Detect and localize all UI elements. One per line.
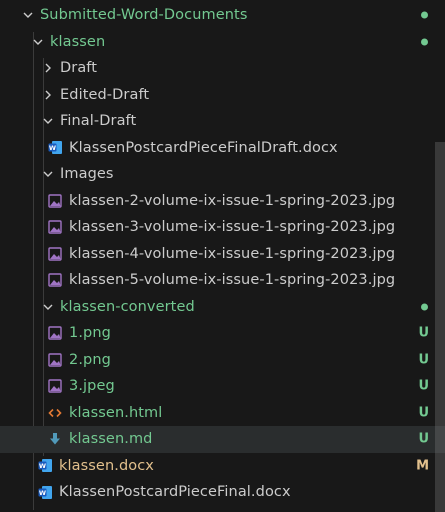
tree-item-label: klassen-converted [60,298,195,315]
git-status-badge: U [418,325,429,341]
tree-item-label: Final-Draft [60,113,137,130]
tree-item-label: Edited-Draft [60,86,150,103]
chevron-right-icon [40,60,56,76]
git-status-badge: U [418,378,429,394]
tree-item-label: Images [60,166,114,183]
git-status-badge: U [418,431,429,447]
chevron-down-icon [30,34,46,50]
git-status-dot [421,38,428,46]
tree-item-label: Submitted-Word-Documents [40,7,248,24]
svg-text:W: W [38,489,45,497]
chevron-right-icon [40,87,56,103]
image-file-icon [47,378,63,394]
chevron-down-icon [40,299,56,315]
tree-item-label: klassen-3-volume-ix-issue-1-spring-2023.… [69,219,396,236]
git-status-badge: M [416,458,429,474]
git-status-badge: U [418,405,429,421]
git-status-badge: U [418,352,429,368]
tree-item-images[interactable]: Images [0,161,445,188]
git-status-dot [421,11,428,19]
tree-item-label: klassen.md [69,431,153,448]
tree-item-label: 2.png [69,351,111,368]
tree-item-file[interactable]: klassen-5-volume-ix-issue-1-spring-2023.… [0,267,445,294]
tree-item-klassen-converted[interactable]: klassen-converted [0,294,445,321]
html-file-icon [47,405,63,421]
tree-item-submitted-word-documents[interactable]: Submitted-Word-Documents [0,2,445,29]
tree-item-file[interactable]: 3.jpeg U [0,373,445,400]
tree-item-edited-draft[interactable]: Edited-Draft [0,82,445,109]
tree-item-label: klassen-2-volume-ix-issue-1-spring-2023.… [69,192,396,209]
word-document-icon: W [37,458,53,474]
image-file-icon [47,352,63,368]
image-file-icon [47,193,63,209]
tree-item-draft[interactable]: Draft [0,55,445,82]
tree-item-label: klassen.html [69,404,163,421]
tree-item-file[interactable]: klassen-4-volume-ix-issue-1-spring-2023.… [0,241,445,268]
tree-item-file[interactable]: klassen-2-volume-ix-issue-1-spring-2023.… [0,188,445,215]
tree-item-file[interactable]: klassen-3-volume-ix-issue-1-spring-2023.… [0,214,445,241]
tree-item-label: klassen.docx [59,457,154,474]
tree-item-file[interactable]: W klassen.docx M [0,453,445,480]
tree-item-label: 1.png [69,325,111,342]
tree-item-label: Draft [60,60,98,77]
tree-item-label: KlassenPostcardPieceFinal.docx [59,484,291,501]
tree-item-file-selected[interactable]: klassen.md U [0,426,445,453]
word-document-icon: W [47,140,63,156]
tree-item-label: klassen-5-volume-ix-issue-1-spring-2023.… [69,272,396,289]
tree-item-final-draft[interactable]: Final-Draft [0,108,445,135]
tree-item-label: klassen [50,33,106,50]
image-file-icon [47,246,63,262]
tree-item-file[interactable]: klassen.html U [0,400,445,427]
word-document-icon: W [37,484,53,500]
image-file-icon [47,325,63,341]
tree-item-label: KlassenPostcardPieceFinalDraft.docx [69,139,338,156]
vertical-scrollbar[interactable] [435,0,445,512]
git-status-dot [421,303,428,311]
chevron-down-icon [40,113,56,129]
tree-item-file[interactable]: 2.png U [0,347,445,374]
chevron-down-icon [40,166,56,182]
scrollbar-thumb[interactable] [435,142,445,512]
tree-item-file[interactable]: W KlassenPostcardPieceFinal.docx [0,479,445,506]
svg-text:W: W [38,462,45,470]
tree-item-klassen[interactable]: klassen [0,29,445,56]
svg-text:W: W [48,144,55,152]
tree-item-label: klassen-4-volume-ix-issue-1-spring-2023.… [69,245,396,262]
chevron-down-icon [20,7,36,23]
tree-item-file[interactable]: W KlassenPostcardPieceFinalDraft.docx [0,135,445,162]
image-file-icon [47,272,63,288]
markdown-file-icon [47,431,63,447]
file-explorer-tree: Submitted-Word-Documents klassen Draft E… [0,2,445,510]
tree-item-label: 3.jpeg [69,378,115,395]
tree-item-file[interactable]: 1.png U [0,320,445,347]
image-file-icon [47,219,63,235]
